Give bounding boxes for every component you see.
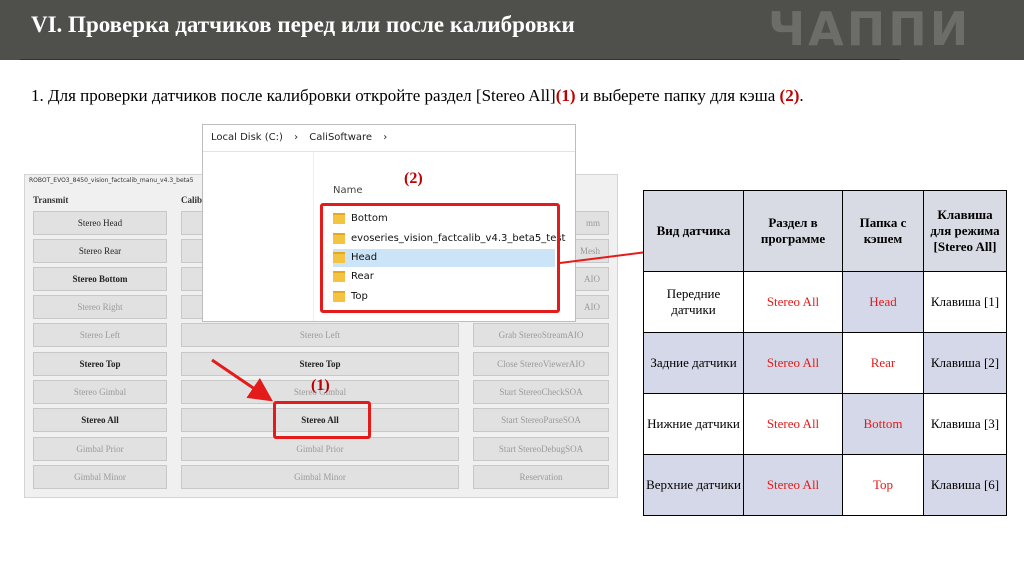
table-cell: Передние датчики <box>643 271 744 333</box>
arrow-to-stereo-all <box>211 358 273 402</box>
header-sensor-type: Вид датчика <box>643 190 744 272</box>
table-cell: Клавиша [6] <box>923 454 1007 516</box>
table-cell: Нижние датчики <box>643 393 744 455</box>
table-cell: Клавиша [3] <box>923 393 1007 455</box>
table-cell: Stereo All <box>743 454 843 516</box>
table-cell: Rear <box>842 332 924 394</box>
header-key: Клавиша для режима [Stereo All] <box>923 190 1007 272</box>
table-cell: Stereo All <box>743 332 843 394</box>
table-cell: Top <box>842 454 924 516</box>
table-cell: Клавиша [1] <box>923 271 1007 333</box>
table-cell: Bottom <box>842 393 924 455</box>
header-program-section: Раздел в программе <box>743 190 843 272</box>
sensor-table: Вид датчика Раздел в программе Папка с к… <box>643 190 1007 516</box>
table-cell: Head <box>842 271 924 333</box>
table-cell: Клавиша [2] <box>923 332 1007 394</box>
table-cell: Верхние датчики <box>643 454 744 516</box>
table-cell: Stereo All <box>743 393 843 455</box>
table-cell: Stereo All <box>743 271 843 333</box>
table-cell: Задние датчики <box>643 332 744 394</box>
header-cache-folder: Папка с кэшем <box>842 190 924 272</box>
